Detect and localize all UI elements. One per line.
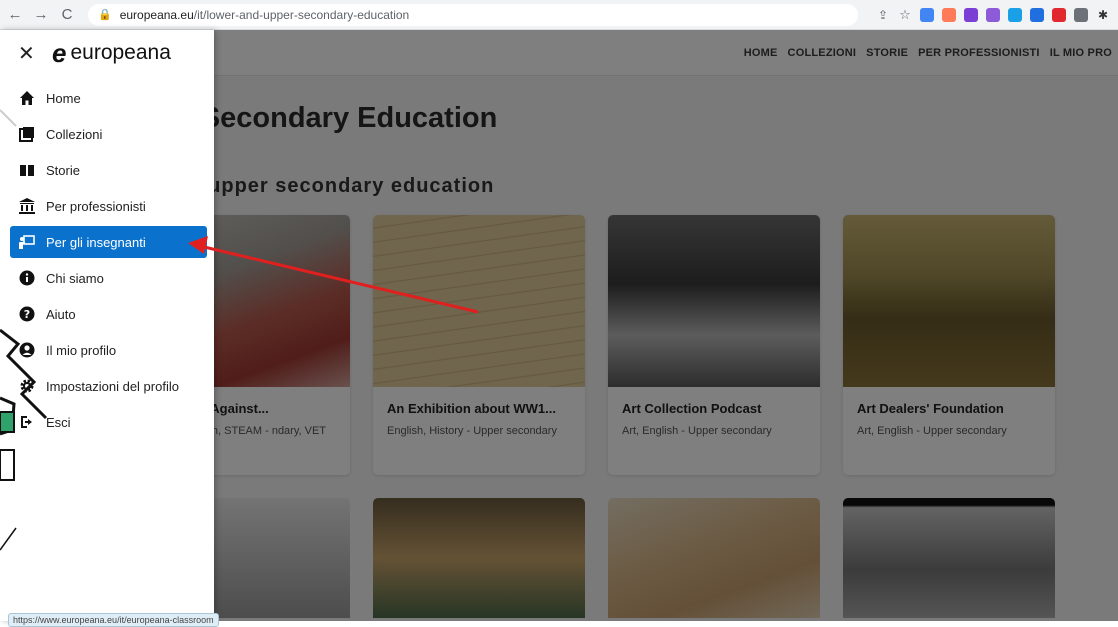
- url-domain: europeana.eu: [119, 7, 194, 22]
- sidebar-header: ✕ e europeana: [0, 30, 214, 76]
- stories-icon: [18, 161, 36, 179]
- sidebar-item-label: Per professionisti: [46, 198, 146, 214]
- lock-icon: 🔒: [98, 9, 112, 21]
- collections-icon: [18, 125, 36, 143]
- sidebar-item-label: Impostazioni del profilo: [46, 378, 179, 394]
- info-icon: [18, 269, 36, 287]
- home-icon: [18, 89, 36, 107]
- sidebar-item-home[interactable]: Home: [10, 82, 207, 114]
- extension-icon[interactable]: [920, 7, 934, 22]
- extension-icon[interactable]: [964, 7, 978, 22]
- teacher-icon: [18, 233, 36, 251]
- url-path: /it/lower-and-upper-secondary-education: [193, 7, 410, 22]
- europeana-logo[interactable]: e europeana: [52, 40, 171, 66]
- extension-icon[interactable]: [986, 7, 1000, 22]
- sidebar-item-label: Esci: [46, 414, 71, 430]
- help-icon: ?: [18, 305, 36, 323]
- sidebar-item-label: Aiuto: [46, 306, 76, 322]
- share-icon[interactable]: ⇪: [876, 8, 890, 22]
- sidebar-item-about[interactable]: Chi siamo: [10, 262, 207, 294]
- star-icon[interactable]: ☆: [898, 7, 912, 22]
- sidebar-item-stories[interactable]: Storie: [10, 154, 207, 186]
- forward-icon[interactable]: →: [30, 4, 52, 26]
- sidebar-item-label: Home: [46, 90, 81, 106]
- user-icon: [18, 341, 36, 359]
- sidebar-item-label: Per gli insegnanti: [46, 234, 146, 250]
- back-icon[interactable]: ←: [4, 4, 26, 26]
- logo-mark-icon: e: [52, 38, 67, 68]
- sidebar-item-professionals[interactable]: Per professionisti: [10, 190, 207, 222]
- sidebar-item-label: Collezioni: [46, 126, 103, 142]
- sidebar-item-help[interactable]: ? Aiuto: [10, 298, 207, 330]
- sidebar-item-profile-settings[interactable]: Impostazioni del profilo: [10, 370, 207, 402]
- logo-text: europeana: [70, 41, 171, 64]
- sidebar-item-logout[interactable]: Esci: [10, 406, 207, 438]
- address-bar[interactable]: 🔒 europeana.eu /it/lower-and-upper-secon…: [88, 3, 858, 26]
- browser-toolbar: ← → C 🔒 europeana.eu /it/lower-and-upper…: [0, 0, 1118, 30]
- sidebar-item-label: Il mio profilo: [46, 342, 117, 358]
- institution-icon: [18, 197, 36, 215]
- gear-icon: [18, 377, 36, 395]
- sidebar-item-my-profile[interactable]: Il mio profilo: [10, 334, 207, 366]
- extension-icon[interactable]: [1052, 7, 1066, 22]
- sidebar-item-teachers[interactable]: Per gli insegnanti: [10, 226, 207, 258]
- extension-icon[interactable]: [1074, 7, 1088, 22]
- extension-icon[interactable]: [1030, 7, 1044, 22]
- sidebar-menu: ✕ e europeana Home Collezioni Storie Per…: [0, 30, 214, 621]
- sidebar-item-label: Storie: [46, 162, 80, 178]
- extension-icon[interactable]: [1008, 7, 1022, 22]
- status-url: https://www.europeana.eu/it/europeana-cl…: [8, 613, 219, 627]
- extension-icon[interactable]: [942, 7, 956, 22]
- extensions-bar: ⇪ ☆ ✱: [876, 7, 1118, 22]
- sidebar-item-collections[interactable]: Collezioni: [10, 118, 207, 150]
- sidebar-item-label: Chi siamo: [46, 270, 104, 286]
- reload-icon[interactable]: C: [56, 4, 78, 26]
- logout-icon: [18, 413, 36, 431]
- svg-text:?: ?: [24, 308, 30, 321]
- puzzle-icon[interactable]: ✱: [1096, 8, 1110, 22]
- close-icon[interactable]: ✕: [18, 41, 38, 66]
